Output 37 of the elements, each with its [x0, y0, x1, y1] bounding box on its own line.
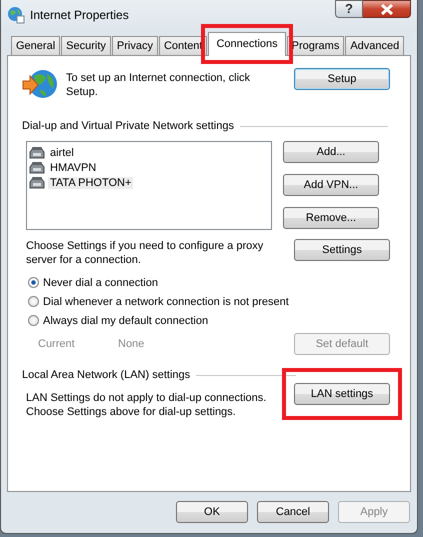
current-label: Current — [38, 338, 76, 350]
phone-icon — [29, 176, 45, 189]
dialog-button[interactable]: OK — [176, 501, 248, 523]
lan-settings-button[interactable]: LAN settings — [294, 383, 390, 405]
connection-item[interactable]: HMAVPN — [48, 162, 98, 174]
lan-instructions: LAN Settings do not apply to dial-up connections. Choose Settings above for dial-up settings. — [26, 391, 268, 419]
dialog-button[interactable]: Cancel — [257, 501, 329, 523]
tab[interactable]: Connections — [208, 32, 286, 56]
section-heading: Dial-up and Virtual Private Network settings — [22, 120, 234, 132]
connection-item[interactable]: TATA PHOTON+ — [48, 176, 134, 188]
list-action-button[interactable]: Remove... — [283, 207, 379, 229]
radio-option[interactable]: Always dial my default connection — [28, 311, 396, 330]
list-action-button[interactable]: Add... — [283, 141, 379, 163]
close-icon — [380, 4, 394, 14]
tab[interactable]: Content — [158, 36, 208, 55]
list-action-button[interactable]: Add VPN... — [283, 174, 379, 196]
globe-icon — [7, 6, 25, 24]
tab[interactable]: Programs — [286, 36, 344, 55]
close-button[interactable] — [363, 0, 411, 18]
connection-item[interactable]: airtel — [48, 146, 76, 158]
phone-icon — [29, 161, 45, 174]
proxy-instructions: Choose Settings if you need to configure a proxy server for a connection. — [26, 239, 264, 267]
radio-option[interactable]: Never dial a connection — [28, 273, 396, 292]
connections-list[interactable]: airtel HMAVPN TATA PHOTON+ — [26, 141, 272, 230]
settings-button[interactable]: Settings — [294, 239, 390, 261]
radio-option[interactable]: Dial whenever a network connection is not present — [28, 292, 396, 311]
current-value: None — [118, 338, 144, 350]
section-heading: Local Area Network (LAN) settings — [22, 369, 190, 381]
phone-icon — [29, 146, 45, 159]
setup-instructions: To set up an Internet connection, click Setup. — [66, 71, 252, 99]
window-title: Internet Properties — [30, 8, 130, 22]
help-button[interactable]: ? — [335, 0, 363, 18]
setup-button[interactable]: Setup — [294, 68, 390, 90]
tab[interactable]: Security — [61, 36, 111, 55]
tab[interactable]: Advanced — [345, 36, 404, 55]
tab[interactable]: General — [11, 36, 60, 55]
tab[interactable]: Privacy — [112, 36, 158, 55]
